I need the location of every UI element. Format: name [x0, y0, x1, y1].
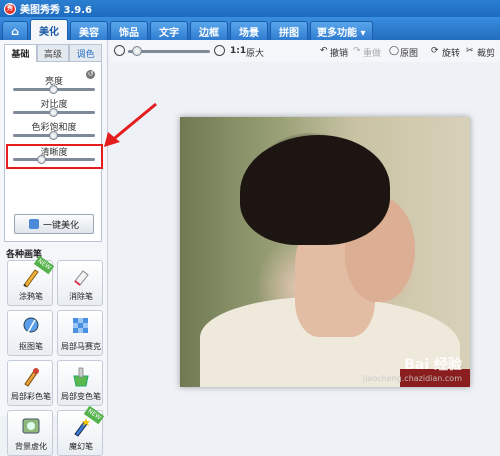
- title-bar: 秀 美图秀秀 3.9.6: [0, 0, 500, 17]
- zoom-slider-knob[interactable]: [132, 46, 143, 56]
- brush-label: 局部变色笔: [61, 392, 101, 401]
- zoom-out-icon[interactable]: [114, 45, 125, 56]
- beautify-icon: [28, 219, 39, 229]
- blur-background-button[interactable]: 背景虚化: [7, 410, 53, 456]
- redo-icon[interactable]: ↷: [353, 46, 361, 56]
- brightness-slider[interactable]: [13, 85, 95, 94]
- graffiti-pen-button[interactable]: NEW 涂鸦笔: [7, 255, 55, 306]
- brush-label: 魔幻笔: [69, 442, 93, 451]
- magic-pen-icon: [74, 418, 90, 437]
- home-icon: ⌂: [11, 24, 19, 38]
- brush-label: 局部彩色笔: [11, 392, 51, 401]
- tab-cosmetic[interactable]: 美容: [70, 21, 108, 40]
- tab-border[interactable]: 边框: [190, 21, 228, 40]
- beautify-button-label: 一键美化: [42, 220, 79, 231]
- cutout-pen-icon: [23, 317, 39, 335]
- saturation-slider[interactable]: [13, 131, 95, 140]
- subtab-basic[interactable]: 基础: [4, 44, 37, 62]
- mosaic-button[interactable]: 局部马赛克: [57, 310, 103, 356]
- saturation-slider-knob[interactable]: [49, 131, 58, 140]
- cutout-pen-button[interactable]: 抠图笔: [7, 310, 53, 356]
- tab-text[interactable]: 文字: [150, 21, 188, 40]
- brightness-slider-knob[interactable]: [49, 85, 58, 94]
- graffiti-pen-icon: [23, 269, 39, 288]
- mosaic-icon: [73, 318, 88, 333]
- eraser-pen-button[interactable]: 消除笔: [57, 260, 103, 306]
- watermark-main: Bai 经验: [404, 357, 462, 373]
- main-tab-bar: ⌂ 美化 美容 饰品 文字 边框 场景 拼图 更多功能 ▾: [0, 17, 500, 40]
- original-image-button[interactable]: 原图: [400, 46, 418, 59]
- brush-label: 涂鸦笔: [19, 292, 43, 301]
- crop-icon[interactable]: ✂: [466, 46, 474, 56]
- left-panel: 基础 高级 调色 ↺ 亮度 对比度 色彩饱和度 清晰度 一键美化 各种画笔 NE…: [0, 40, 108, 456]
- tab-collage[interactable]: 拼图: [270, 21, 308, 40]
- blur-background-icon: [22, 418, 40, 434]
- original-size-button[interactable]: 原大: [246, 46, 264, 59]
- redo-button[interactable]: 重做: [363, 46, 381, 59]
- rotate-button[interactable]: 旋转: [442, 46, 460, 59]
- watermark: Bai 经验 jiaocheng.chazidian.com: [363, 354, 462, 383]
- subtab-advanced[interactable]: 高级: [36, 44, 70, 62]
- app-logo-icon: 秀: [4, 2, 16, 15]
- watermark-sub: jiaocheng.chazidian.com: [362, 374, 462, 383]
- undo-button[interactable]: 撤销: [330, 46, 348, 59]
- color-brush-button[interactable]: 局部彩色笔: [7, 360, 53, 406]
- annotation-highlight-box: [6, 144, 103, 169]
- rotate-icon[interactable]: ⟳: [431, 46, 439, 56]
- contrast-slider[interactable]: [13, 108, 95, 117]
- subtab-color[interactable]: 调色: [69, 44, 103, 62]
- tab-home[interactable]: ⌂: [2, 21, 28, 40]
- photo-hair: [240, 135, 390, 245]
- one-click-beautify-button[interactable]: 一键美化: [14, 214, 94, 234]
- brush-label: 消除笔: [69, 292, 93, 301]
- magic-pen-button[interactable]: NEW 魔幻笔: [57, 405, 105, 456]
- brush-label: 背景虚化: [15, 442, 47, 451]
- tab-scene[interactable]: 场景: [230, 21, 268, 40]
- brush-label: 抠图笔: [19, 342, 43, 351]
- contrast-slider-knob[interactable]: [49, 108, 58, 117]
- canvas-toolbar: 1:1 原大 ↶ 撤销 ↷ 重做 ◯ 原图 ⟳ 旋转 ✂ 裁剪: [110, 40, 500, 62]
- tab-more-features[interactable]: 更多功能 ▾: [310, 21, 373, 40]
- window-title: 美图秀秀 3.9.6: [20, 5, 92, 16]
- undo-icon[interactable]: ↶: [320, 46, 328, 56]
- eraser-pen-icon: [74, 270, 89, 286]
- crop-button[interactable]: 裁剪: [477, 46, 495, 59]
- subtab-bar: 基础 高级 调色: [4, 44, 103, 62]
- zoom-in-icon[interactable]: [214, 45, 225, 56]
- photo-canvas[interactable]: Bai 经验 jiaocheng.chazidian.com: [180, 117, 470, 387]
- recolor-brush-button[interactable]: 局部变色笔: [57, 360, 103, 406]
- original-image-icon[interactable]: ◯: [389, 46, 399, 56]
- tab-beautify[interactable]: 美化: [30, 19, 68, 40]
- recolor-brush-icon: [73, 367, 89, 387]
- brush-label: 局部马赛克: [61, 342, 101, 351]
- color-brush-icon: [24, 368, 39, 387]
- tab-accessories[interactable]: 饰品: [110, 21, 148, 40]
- zoom-ratio[interactable]: 1:1: [230, 46, 246, 56]
- annotation-arrow-icon: [104, 102, 157, 147]
